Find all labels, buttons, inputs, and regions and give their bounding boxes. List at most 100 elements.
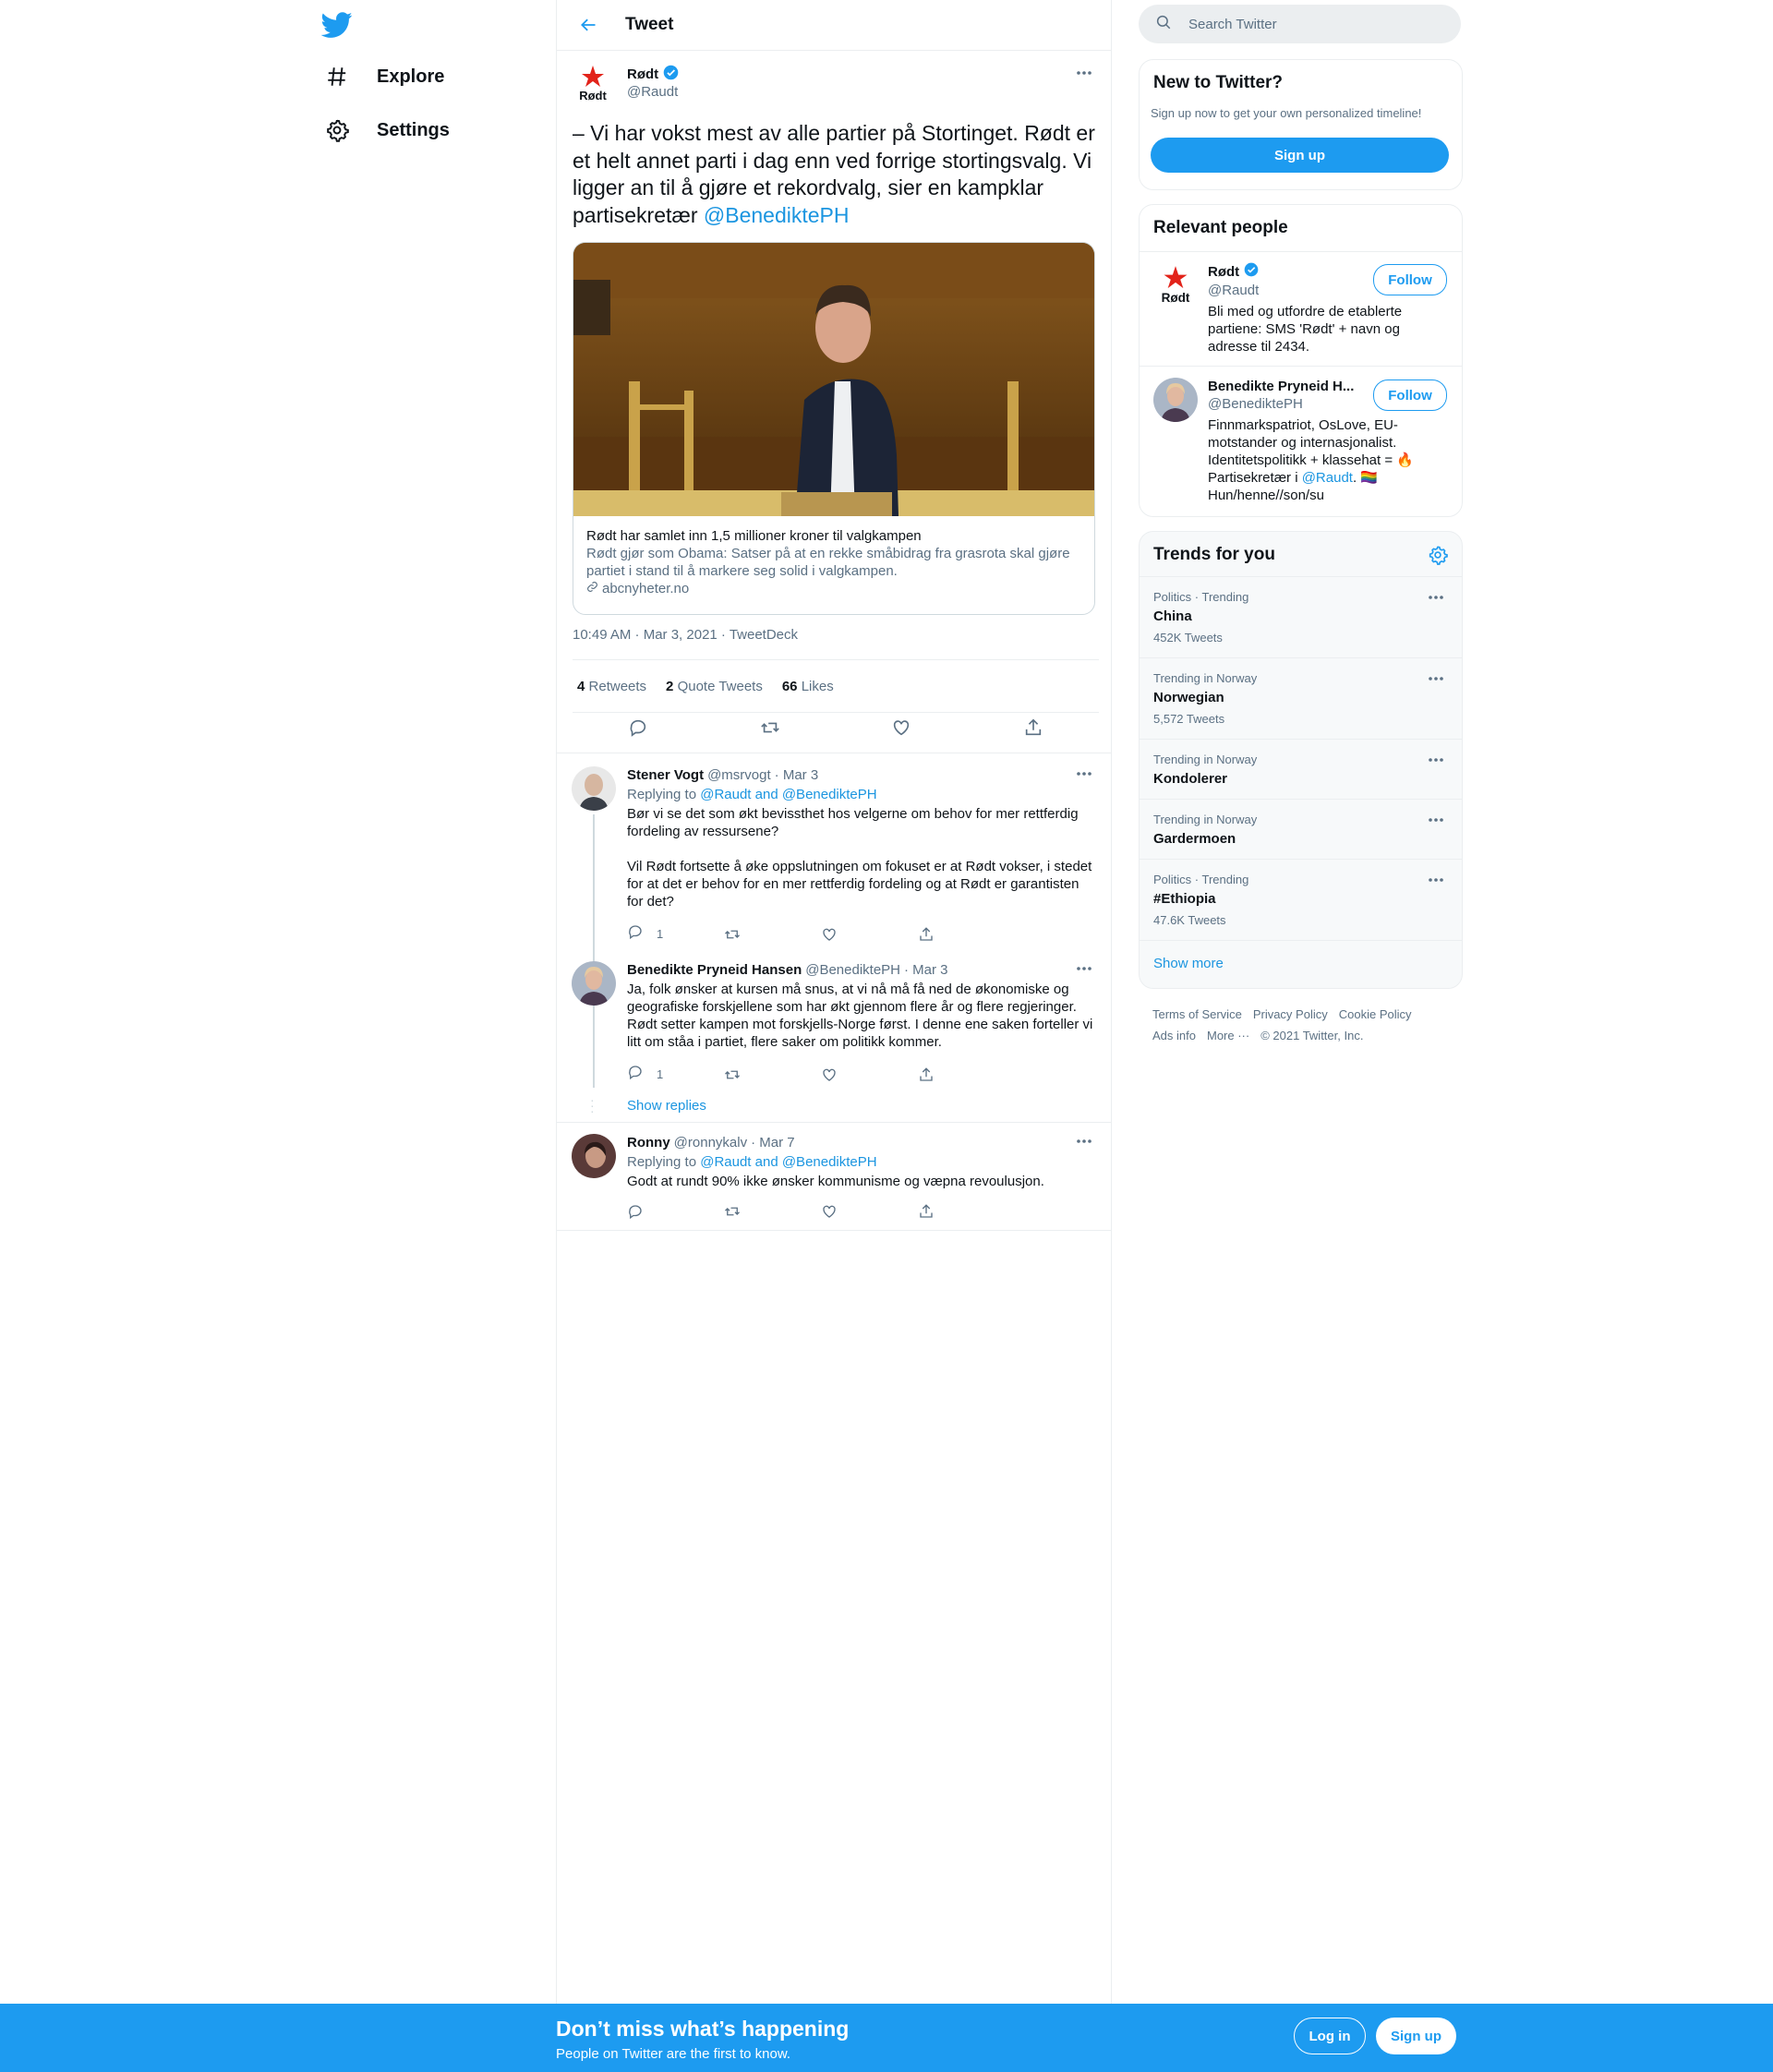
link-card[interactable]: Rødt har samlet inn 1,5 millioner kroner… xyxy=(573,242,1095,615)
reply-date[interactable]: · Mar 7 xyxy=(751,1134,795,1151)
avatar-logo-text: Rødt xyxy=(579,89,607,102)
tweet-source[interactable]: TweetDeck xyxy=(730,627,798,643)
avatar[interactable] xyxy=(1153,378,1198,422)
more-icon[interactable] xyxy=(1070,1132,1098,1150)
verified-badge-icon xyxy=(1244,262,1259,282)
sign-up-button[interactable]: Sign up xyxy=(1151,138,1449,173)
avatar[interactable] xyxy=(572,1134,616,1178)
reply-author-name[interactable]: Stener Vogt xyxy=(627,766,704,784)
reply-author-handle[interactable]: @msrvogt xyxy=(707,766,771,784)
trend-item[interactable]: Trending in Norway Gardermoen xyxy=(1140,799,1462,860)
nav-settings[interactable]: Settings xyxy=(321,114,450,146)
show-more-link[interactable]: Show more xyxy=(1153,956,1224,971)
person-bio-mention[interactable]: @Raudt xyxy=(1302,470,1353,486)
reply-button[interactable]: 1 xyxy=(627,923,724,945)
replying-to-links[interactable]: @Raudt and @BenediktePH xyxy=(700,1154,876,1170)
share-icon[interactable] xyxy=(918,923,1015,945)
reply-icon[interactable] xyxy=(627,1203,724,1220)
follow-button[interactable]: Follow xyxy=(1373,264,1447,295)
share-icon[interactable] xyxy=(1023,717,1043,742)
trends-settings-icon[interactable] xyxy=(1428,545,1448,570)
trend-item[interactable]: Trending in Norway Kondolerer xyxy=(1140,739,1462,800)
like-icon[interactable] xyxy=(821,923,918,945)
likes-label: Likes xyxy=(801,678,834,694)
verified-badge-icon xyxy=(663,65,679,84)
gear-icon xyxy=(321,114,353,146)
quote-tweets-label: Quote Tweets xyxy=(677,678,763,694)
trend-item[interactable]: Trending in Norway Norwegian 5,572 Tweet… xyxy=(1140,657,1462,740)
reply-icon[interactable] xyxy=(628,717,648,742)
search-input[interactable]: Search Twitter xyxy=(1139,5,1461,43)
like-icon[interactable] xyxy=(821,1203,918,1220)
reply-author-handle[interactable]: @ronnykalv xyxy=(674,1134,747,1151)
tweet-timestamp[interactable]: 10:49 AM · Mar 3, 2021 xyxy=(573,627,718,643)
author-handle[interactable]: @Raudt xyxy=(627,84,679,100)
follow-button[interactable]: Follow xyxy=(1373,379,1447,411)
avatar[interactable] xyxy=(572,961,616,1006)
quote-tweets-stat[interactable]: 2 Quote Tweets xyxy=(666,679,763,694)
reply-date[interactable]: · Mar 3 xyxy=(904,961,948,979)
replying-to-links[interactable]: @Raudt and @BenediktePH xyxy=(700,787,876,802)
nav-explore[interactable]: Explore xyxy=(321,61,444,92)
likes-stat[interactable]: 66 Likes xyxy=(782,679,834,694)
log-in-button[interactable]: Log in xyxy=(1294,2018,1366,2054)
avatar[interactable] xyxy=(572,766,616,811)
retweet-icon[interactable] xyxy=(760,717,780,742)
reply-author-handle[interactable]: @BenediktePH xyxy=(805,961,900,979)
retweet-icon[interactable] xyxy=(724,1064,821,1085)
footer-privacy-link[interactable]: Privacy Policy xyxy=(1253,1007,1328,1021)
share-icon[interactable] xyxy=(918,1203,1015,1220)
trends-panel: Trends for you Politics · Trending China… xyxy=(1139,531,1463,989)
footer-more-link[interactable]: More ··· xyxy=(1207,1029,1249,1042)
main-tweet: Rødt Rødt @Raudt – Vi har vokst mest av … xyxy=(557,51,1111,753)
retweet-icon[interactable] xyxy=(724,923,821,945)
trend-meta: Trending in Norway xyxy=(1153,813,1258,826)
retweet-icon[interactable] xyxy=(724,1203,821,1220)
more-icon[interactable] xyxy=(1070,765,1098,783)
reply-body: Benedikte Pryneid Hansen @BenediktePH · … xyxy=(627,961,1098,1085)
page-title: Tweet xyxy=(625,15,674,34)
show-replies-link[interactable]: Show replies xyxy=(627,1098,706,1114)
reply-author-name[interactable]: Benedikte Pryneid Hansen xyxy=(627,961,802,979)
more-icon[interactable] xyxy=(1422,751,1450,769)
trend-item[interactable]: Politics · Trending China 452K Tweets xyxy=(1140,576,1462,658)
like-icon[interactable] xyxy=(891,717,911,742)
likes-count: 66 xyxy=(781,678,798,694)
retweets-stat[interactable]: 4 Retweets xyxy=(577,679,646,694)
more-icon[interactable] xyxy=(1422,669,1450,688)
reply-body: Ronny @ronnykalv · Mar 7 Replying to @Ra… xyxy=(627,1134,1098,1220)
footer-terms-link[interactable]: Terms of Service xyxy=(1152,1007,1242,1021)
reply-thread: Stener Vogt @msrvogt · Mar 3 Replying to… xyxy=(557,753,1111,1123)
reply-author-name[interactable]: Ronny xyxy=(627,1134,670,1151)
more-icon[interactable] xyxy=(1422,588,1450,607)
reply-tweet: Ronny @ronnykalv · Mar 7 Replying to @Ra… xyxy=(557,1123,1111,1231)
twitter-logo-icon[interactable] xyxy=(320,9,353,41)
bottom-sign-up-button[interactable]: Sign up xyxy=(1376,2018,1456,2054)
bottom-bar-subtitle: People on Twitter are the first to know. xyxy=(556,2046,791,2062)
footer-cookie-link[interactable]: Cookie Policy xyxy=(1339,1007,1412,1021)
trend-name: China xyxy=(1153,608,1192,624)
person-item[interactable]: Benedikte Pryneid H... @BenediktePH Finn… xyxy=(1140,366,1462,516)
more-icon[interactable] xyxy=(1422,811,1450,829)
more-icon[interactable] xyxy=(1070,959,1098,978)
back-arrow-icon[interactable] xyxy=(572,8,605,42)
like-icon[interactable] xyxy=(821,1064,918,1085)
reply-icon xyxy=(627,923,644,945)
person-name[interactable]: Rødt xyxy=(1208,263,1239,281)
card-domain: abcnyheter.no xyxy=(586,580,1081,597)
person-name[interactable]: Benedikte Pryneid H... xyxy=(1208,378,1354,395)
author-name[interactable]: Rødt xyxy=(627,66,658,82)
footer-ads-info-link[interactable]: Ads info xyxy=(1152,1029,1196,1042)
person-item[interactable]: Rødt Rødt @Raudt Bli med og utfordre de … xyxy=(1140,251,1462,366)
reply-count: 1 xyxy=(657,927,664,941)
reply-date[interactable]: · Mar 3 xyxy=(775,766,819,784)
tweet-mention-link[interactable]: @BenediktePH xyxy=(704,203,850,227)
share-icon[interactable] xyxy=(918,1064,1015,1085)
more-icon[interactable] xyxy=(1070,64,1098,82)
avatar[interactable]: Rødt xyxy=(572,62,614,104)
trend-item[interactable]: Politics · Trending #Ethiopia 47.6K Twee… xyxy=(1140,859,1462,941)
more-icon[interactable] xyxy=(1422,871,1450,889)
reply-button[interactable]: 1 xyxy=(627,1064,724,1085)
avatar[interactable]: Rødt xyxy=(1153,262,1198,307)
trend-meta: Trending in Norway xyxy=(1153,671,1258,685)
